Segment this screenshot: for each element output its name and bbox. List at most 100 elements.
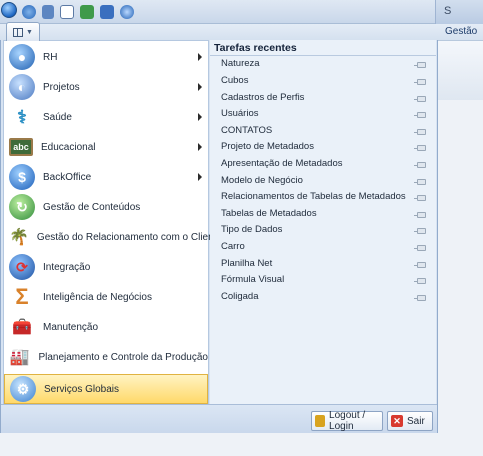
recent-item-natureza[interactable]: Natureza [221,58,433,74]
exit-label: Sair [407,415,425,427]
ribbon-tab-strip [0,24,483,40]
recent-item-tabelas-metadados[interactable]: Tabelas de Metadados [221,208,433,224]
recent-item-label: Planilha Net [221,258,273,269]
recent-item-label: Fórmula Visual [221,274,285,285]
recent-item-label: Natureza [221,58,260,69]
app-orb-icon[interactable] [1,2,17,18]
recent-item-label: CONTATOS [221,125,273,136]
menu-item-label: Planejamento e Controle da Produção [38,351,208,363]
menu-item-rh[interactable]: ● RH [4,42,208,72]
recent-item-carro[interactable]: Carro [221,241,433,257]
recent-item-label: Coligada [221,291,259,302]
recent-item-label: Relacionamentos de Tabelas de Metadados [221,191,406,202]
pin-icon[interactable] [414,262,426,268]
pin-icon[interactable] [414,96,426,102]
recent-item-label: Apresentação de Metadados [221,158,343,169]
menu-item-label: Gestão de Conteúdos [43,201,141,213]
recent-item-label: Usuários [221,108,259,119]
menu-item-manutencao[interactable]: 🧰 Manutenção [4,312,208,342]
menu-item-planejamento[interactable]: 🏭 Planejamento e Controle da Produção [4,342,208,372]
menu-item-label: RH [43,51,58,63]
menu-item-label: Manutenção [43,321,99,333]
menu-footer: Logout / Login ✕ Sair [1,404,437,433]
recent-item-apresentacao-metadados[interactable]: Apresentação de Metadados [221,158,433,174]
exit-button[interactable]: ✕ Sair [387,411,433,431]
pin-icon[interactable] [414,278,426,284]
menu-item-label: Saúde [43,111,72,123]
module-list: ● RH ◐ Projetos ⚕ Saúde abc Educacional … [3,40,222,404]
save-icon[interactable] [42,5,54,19]
recent-item-label: Tabelas de Metadados [221,208,317,219]
pin-icon[interactable] [414,145,426,151]
menu-item-backoffice[interactable]: $ BackOffice [4,162,208,192]
pin-icon[interactable] [414,228,426,234]
recent-item-cubos[interactable]: Cubos [221,75,433,91]
recent-item-formula-visual[interactable]: Fórmula Visual [221,274,433,290]
menu-item-label: Gestão do Relacionamento com o Cliente [36,231,223,243]
menu-item-label: Educacional [41,141,96,153]
application-menu: ● RH ◐ Projetos ⚕ Saúde abc Educacional … [0,40,438,433]
recent-item-modelo-negocio[interactable]: Modelo de Negócio [221,175,433,191]
key-icon [315,415,326,427]
submenu-arrow-icon [198,113,202,121]
recent-item-projeto-metadados[interactable]: Projeto de Metadados [221,141,433,157]
title-bar: S [0,0,483,24]
menu-item-crm[interactable]: 🌴 Gestão do Relacionamento com o Cliente [4,222,222,252]
menu-item-label: Serviços Globais [44,383,120,395]
pin-icon[interactable] [414,195,426,201]
educacional-icon: abc [9,138,33,156]
recent-item-planilha-net[interactable]: Planilha Net [221,258,433,274]
help-icon[interactable] [120,5,134,19]
menu-item-label: BackOffice [43,171,92,183]
pin-icon[interactable] [414,295,426,301]
recent-item-tipo-dados[interactable]: Tipo de Dados [221,224,433,240]
pin-icon[interactable] [414,62,426,68]
menu-icon [13,27,24,37]
menu-item-educacional[interactable]: abc Educacional [4,132,208,162]
menu-item-integracao[interactable]: ⟳ Integração [4,252,208,282]
recent-item-label: Cubos [221,75,249,86]
export-icon[interactable] [80,5,94,19]
menu-item-gestao-conteudos[interactable]: ↻ Gestão de Conteúdos [4,192,208,222]
projetos-icon: ◐ [9,74,35,100]
submenu-arrow-icon [198,53,202,61]
gestao-conteudos-icon: ↻ [9,194,35,220]
import-icon[interactable] [100,5,114,19]
manutencao-icon: 🧰 [12,319,32,336]
submenu-arrow-icon [198,143,202,151]
integracao-icon: ⟳ [9,254,35,280]
recent-tasks-pane: Tarefas recentes Natureza Cubos Cadastro… [210,40,436,404]
recent-item-label: Projeto de Metadados [221,141,314,152]
recent-item-usuarios[interactable]: Usuários [221,108,433,124]
window-icon[interactable] [60,5,74,19]
menu-item-label: Projetos [43,81,80,93]
recent-item-cadastros-perfis[interactable]: Cadastros de Perfis [221,92,433,108]
menu-item-projetos[interactable]: ◐ Projetos [4,72,208,102]
recent-item-label: Modelo de Negócio [221,175,303,186]
chevron-down-icon: ▼ [26,28,33,36]
recent-item-contatos[interactable]: CONTATOS [221,125,433,141]
pin-icon[interactable] [414,79,426,85]
pin-icon[interactable] [414,212,426,218]
refresh-icon[interactable] [22,5,36,19]
menu-item-servicos-globais[interactable]: ⚙ Serviços Globais [4,374,208,404]
pin-icon[interactable] [414,245,426,251]
menu-item-label: Integração [43,261,91,273]
pin-icon[interactable] [414,129,426,135]
menu-item-saude[interactable]: ⚕ Saúde [4,102,208,132]
pin-icon[interactable] [414,179,426,185]
pin-icon[interactable] [414,162,426,168]
status-area [0,433,483,456]
tab-gestao[interactable]: Gestão [435,24,483,40]
application-menu-button[interactable]: ▼ [6,22,40,41]
logout-login-label: Logout / Login [329,410,366,432]
recent-item-relacionamentos-tabelas[interactable]: Relacionamentos de Tabelas de Metadados [221,191,433,207]
submenu-arrow-icon [198,173,202,181]
menu-item-inteligencia-negocios[interactable]: Σ Inteligência de Negócios [4,282,208,312]
pin-icon[interactable] [414,112,426,118]
servicos-globais-icon: ⚙ [10,376,36,402]
recent-item-coligada[interactable]: Coligada [221,291,433,307]
saude-icon: ⚕ [17,106,27,127]
close-icon: ✕ [391,415,403,427]
logout-login-button[interactable]: Logout / Login [311,410,383,432]
